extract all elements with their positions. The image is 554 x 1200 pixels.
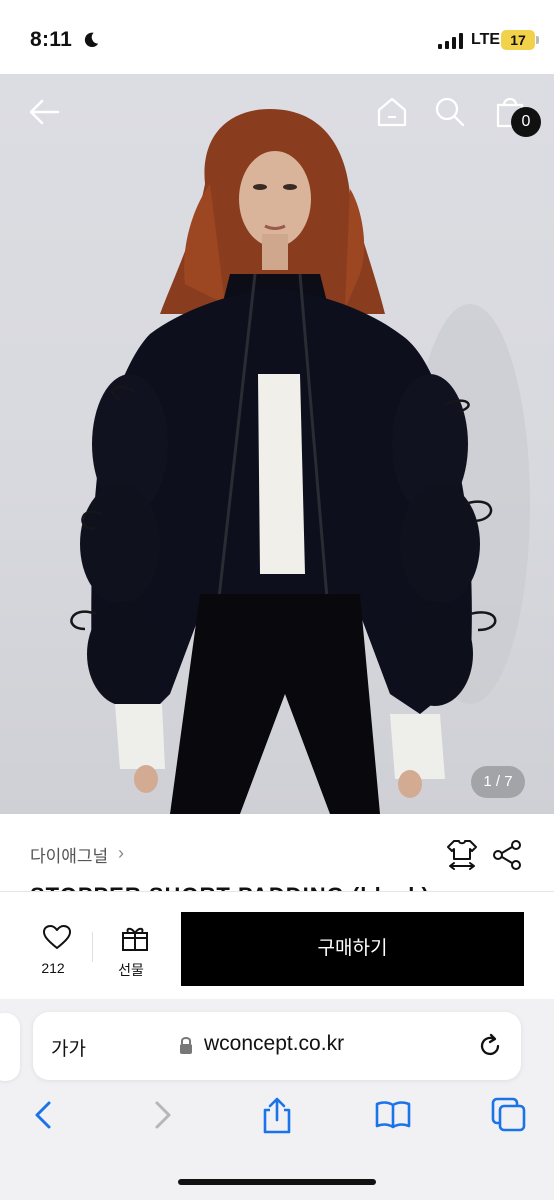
search-icon xyxy=(435,97,465,127)
browser-toolbar: 가가 wconcept.co.kr xyxy=(0,999,554,1200)
text-size-button[interactable]: 가가 xyxy=(51,1034,86,1061)
divider xyxy=(92,932,93,962)
gift-icon xyxy=(122,927,148,951)
url-text[interactable]: wconcept.co.kr xyxy=(204,1032,344,1056)
home-indicator[interactable] xyxy=(178,1179,376,1185)
buy-button[interactable]: 구매하기 xyxy=(181,912,524,986)
size-guide-icon[interactable] xyxy=(446,838,478,872)
share-icon[interactable] xyxy=(492,838,522,872)
status-bar: 8:11 LTE 17 xyxy=(0,0,554,74)
heart-icon xyxy=(43,925,71,949)
lock-icon xyxy=(180,1037,192,1054)
product-image[interactable]: 0 1 / 7 xyxy=(0,74,554,814)
safari-forward-icon[interactable] xyxy=(142,1095,182,1135)
battery-cap xyxy=(536,36,539,44)
search-button[interactable] xyxy=(428,90,472,134)
back-arrow-icon xyxy=(29,99,60,125)
previous-tab-preview[interactable] xyxy=(0,1013,20,1081)
cart-count-badge: 0 xyxy=(511,107,541,137)
gift-button[interactable]: 선물 xyxy=(108,924,154,984)
home-icon xyxy=(377,97,407,127)
signal-icon xyxy=(438,33,463,49)
bookmarks-icon[interactable] xyxy=(373,1095,413,1135)
home-button[interactable] xyxy=(370,90,414,134)
gift-label: 선물 xyxy=(118,962,144,978)
reload-icon[interactable] xyxy=(477,1033,503,1059)
address-bar[interactable]: 가가 wconcept.co.kr xyxy=(33,1012,521,1080)
purchase-action-bar: 212 선물 구매하기 xyxy=(0,891,554,999)
product-photo xyxy=(70,109,530,814)
like-count: 212 xyxy=(41,960,65,976)
network-label: LTE xyxy=(471,31,501,48)
brand-row: 다이애그널 › xyxy=(0,826,554,886)
like-button[interactable]: 212 xyxy=(30,924,76,984)
back-button[interactable] xyxy=(22,90,66,134)
tabs-icon[interactable] xyxy=(489,1095,529,1135)
chevron-right-icon: › xyxy=(118,843,124,863)
safari-share-icon[interactable] xyxy=(257,1095,297,1135)
brand-link[interactable]: 다이애그널 xyxy=(30,842,108,867)
safari-back-icon[interactable] xyxy=(24,1095,64,1135)
battery-indicator: 17 xyxy=(501,30,535,50)
moon-icon xyxy=(84,32,99,48)
status-time: 8:11 xyxy=(30,28,73,51)
image-counter: 1 / 7 xyxy=(471,766,525,798)
